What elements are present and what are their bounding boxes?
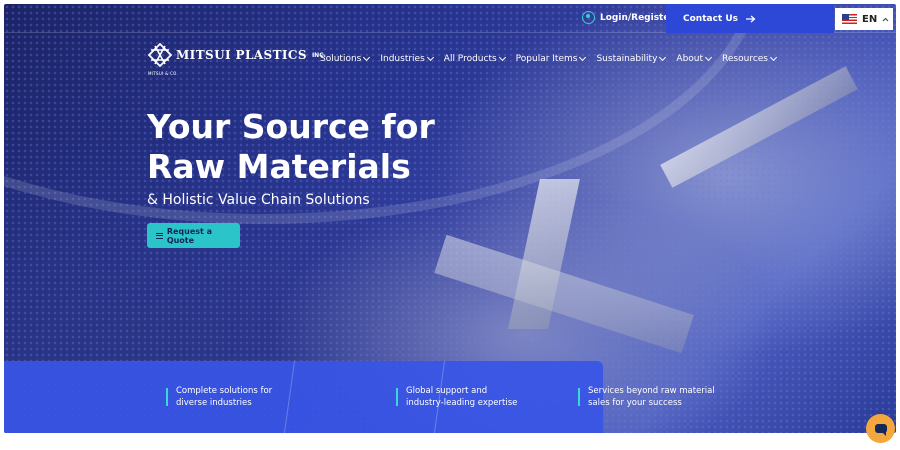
chevron-down-icon (426, 53, 434, 62)
user-icon (582, 11, 595, 24)
hero-tagline: & Holistic Value Chain Solutions (147, 192, 370, 208)
request-quote-button[interactable]: Request a Quote (147, 223, 240, 248)
nav-item-about[interactable]: About (676, 53, 713, 64)
main-nav: Solutions Industries All Products Popula… (320, 53, 778, 64)
chevron-down-icon (498, 53, 506, 62)
nav-item-all-products[interactable]: All Products (443, 53, 506, 64)
nav-item-resources[interactable]: Resources (722, 53, 778, 64)
nav-label: All Products (443, 54, 497, 64)
chevron-down-icon (579, 53, 587, 62)
login-link[interactable]: Login/Register (582, 11, 674, 24)
hero-section: Login/Register Contact Us EN MITSUI PLAS… (4, 4, 896, 433)
chevron-down-icon (769, 53, 778, 62)
brand-subtext: MITSUI & CO. (148, 71, 179, 76)
chevron-down-icon (659, 53, 667, 62)
chevron-down-icon (704, 53, 713, 62)
feature-item: Services beyond raw material sales for y… (526, 361, 718, 433)
features-strip: Complete solutions for diverse industrie… (4, 361, 715, 433)
chevron-up-icon (882, 17, 889, 21)
contact-label: Contact Us (683, 13, 739, 24)
nav-item-popular-items[interactable]: Popular Items (515, 53, 587, 64)
feature-accent-bar (396, 388, 398, 406)
feature-accent-bar (578, 388, 580, 406)
chevron-down-icon (363, 53, 371, 62)
feature-item: Complete solutions for diverse industrie… (4, 361, 296, 433)
nav-label: Popular Items (515, 54, 578, 64)
mitsui-logo-icon (147, 42, 173, 68)
top-bar: Login/Register Contact Us EN (4, 4, 896, 33)
chat-button[interactable] (866, 414, 895, 443)
language-label: EN (862, 13, 878, 25)
language-selector[interactable]: EN (835, 8, 893, 30)
nav-label: Solutions (320, 54, 362, 64)
login-label: Login/Register (600, 12, 674, 23)
menu-icon (156, 232, 163, 239)
nav-item-industries[interactable]: Industries (380, 53, 434, 64)
hero-heading-line-1: Your Source for (147, 107, 435, 146)
nav-label: Resources (722, 54, 768, 64)
contact-us-button[interactable]: Contact Us (666, 4, 834, 33)
request-quote-label: Request a Quote (166, 226, 213, 245)
feature-text: Complete solutions for diverse industrie… (176, 386, 273, 408)
us-flag-icon (842, 14, 857, 24)
nav-label: About (676, 54, 704, 64)
nav-label: Sustainability (596, 54, 658, 64)
nav-label: Industries (380, 54, 425, 64)
feature-item: Global support and industry-leading expe… (296, 361, 526, 433)
feature-accent-bar (166, 388, 168, 406)
nav-item-sustainability[interactable]: Sustainability (596, 53, 667, 64)
logo[interactable]: MITSUI PLASTICS INC. MITSUI & CO. (147, 42, 326, 76)
feature-text: Global support and industry-leading expe… (406, 386, 518, 408)
hero-heading-line-2: Raw Materials (147, 147, 411, 186)
feature-text: Services beyond raw material sales for y… (588, 386, 715, 408)
brand-name: MITSUI PLASTICS (176, 48, 307, 62)
arrow-right-icon (746, 15, 756, 22)
nav-item-solutions[interactable]: Solutions (320, 53, 371, 64)
hero-heading: Your Source for Raw Materials (147, 107, 435, 187)
chat-icon (874, 424, 887, 436)
